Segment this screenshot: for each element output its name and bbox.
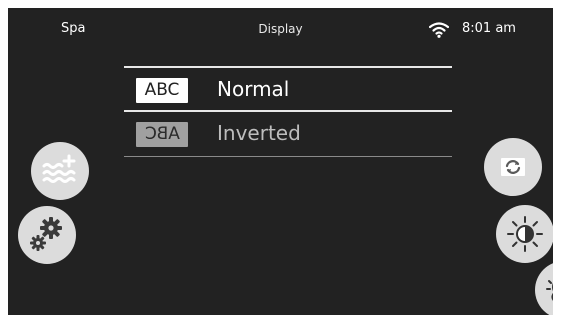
spa-display-screen: Spa Display 8:01 am ABC Normal ABC Inver… bbox=[8, 8, 553, 315]
status-bar: Spa Display 8:01 am bbox=[8, 8, 553, 48]
wifi-icon bbox=[428, 22, 450, 38]
water-heat-icon bbox=[42, 154, 76, 183]
water-heat-button[interactable] bbox=[31, 142, 89, 200]
settings-gears-icon bbox=[30, 217, 62, 251]
normal-badge: ABC bbox=[136, 78, 188, 103]
option-normal-label: Normal bbox=[217, 77, 290, 101]
weather-button[interactable] bbox=[535, 261, 553, 315]
divider bbox=[124, 156, 452, 157]
brightness-icon bbox=[507, 216, 543, 252]
brightness-button[interactable] bbox=[496, 205, 553, 263]
flip-screen-icon bbox=[501, 158, 525, 176]
option-inverted-label: Inverted bbox=[217, 121, 301, 145]
option-normal[interactable]: ABC Normal bbox=[124, 68, 452, 112]
clock-time: 8:01 am bbox=[462, 21, 516, 36]
flip-screen-button[interactable] bbox=[484, 138, 542, 196]
inverted-badge: ABC bbox=[136, 122, 188, 147]
settings-button[interactable] bbox=[18, 206, 76, 264]
option-inverted[interactable]: ABC Inverted bbox=[124, 112, 452, 156]
weather-icon bbox=[546, 280, 553, 301]
